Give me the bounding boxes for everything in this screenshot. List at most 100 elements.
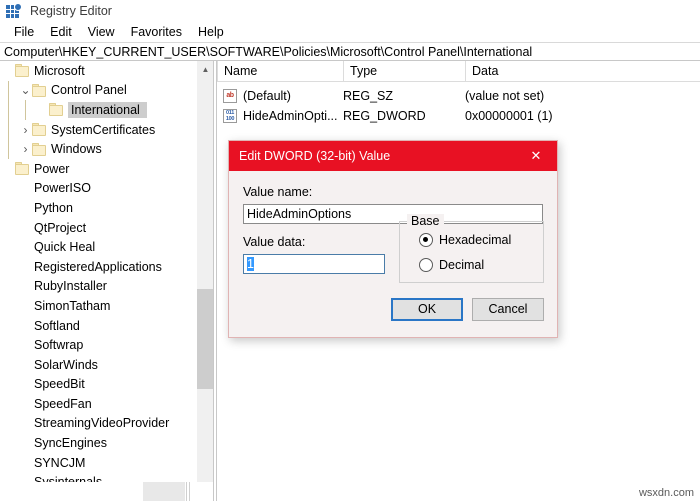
tree-scrollbar-thumb[interactable]	[197, 289, 214, 389]
tree-item[interactable]: Power	[0, 159, 196, 179]
string-value-icon: ab	[223, 89, 237, 103]
tree-item[interactable]: Microsoft	[0, 61, 196, 81]
registry-tree[interactable]: Microsoft ⌄ Control Panel International › Sys…	[0, 61, 196, 501]
tree-item-label: SolarWinds	[34, 357, 98, 372]
radio-decimal[interactable]: Decimal	[419, 258, 484, 272]
tree-item[interactable]: Quick Heal	[0, 237, 196, 257]
dword-value-icon: 011 100	[223, 109, 237, 123]
tree-item[interactable]: SolarWinds	[0, 355, 196, 375]
tree-item-label: SpeedBit	[34, 377, 85, 392]
tree-item[interactable]: SpeedBit	[0, 375, 196, 395]
tree-item-label: Control Panel	[51, 83, 127, 98]
tree-item[interactable]: SimonTatham	[0, 296, 196, 316]
dialog-body: Value name: HideAdminOptions Value data:…	[229, 171, 557, 337]
table-row[interactable]: ab (Default) REG_SZ (value not set)	[217, 86, 700, 106]
radio-hexadecimal-label: Hexadecimal	[439, 233, 512, 247]
tree-item-label: Python	[34, 200, 73, 215]
tree-item[interactable]: SyncEngines	[0, 433, 196, 453]
tree-item-label: QtProject	[34, 220, 87, 235]
tree-item-label: RegisteredApplications	[34, 259, 162, 274]
tree-item[interactable]: StreamingVideoProvider	[0, 414, 196, 434]
tree-item-label: SpeedFan	[34, 396, 92, 411]
list-horizontal-scrollbar[interactable]	[217, 482, 700, 501]
tree-item-label: Windows	[51, 142, 102, 157]
value-type-cell: REG_DWORD	[343, 109, 426, 123]
value-data-cell: 0x00000001 (1)	[465, 109, 553, 123]
radio-hexadecimal[interactable]: Hexadecimal	[419, 233, 511, 247]
folder-icon	[32, 123, 47, 137]
value-data-label: Value data:	[243, 235, 306, 249]
cancel-button[interactable]: Cancel	[472, 298, 544, 321]
column-header-name[interactable]: Name	[217, 61, 343, 81]
tree-item-label: PowerISO	[34, 181, 91, 196]
tree-guide-line	[8, 80, 9, 101]
tree-item[interactable]: › SystemCertificates	[0, 119, 196, 140]
tree-item[interactable]: RubyInstaller	[0, 277, 196, 297]
registry-editor-icon	[6, 2, 22, 19]
menu-item-favorites[interactable]: Favorites	[123, 23, 190, 41]
chevron-down-icon[interactable]: ⌄	[19, 84, 32, 96]
window-titlebar: Registry Editor	[0, 0, 700, 21]
value-name-text: HideAdminOpti...	[243, 109, 338, 123]
tree-guide-line	[25, 100, 26, 120]
tree-item[interactable]: SYNCJM	[0, 453, 196, 473]
menu-item-help[interactable]: Help	[190, 23, 232, 41]
value-type-cell: REG_SZ	[343, 89, 394, 103]
tree-item-label: Softland	[34, 318, 80, 333]
tree-item[interactable]: ⌄ Control Panel	[0, 80, 196, 101]
value-name-cell: 011 100 HideAdminOpti...	[223, 106, 337, 126]
column-header-data[interactable]: Data	[465, 61, 700, 81]
base-legend-label: Base	[407, 214, 444, 228]
menu-item-edit[interactable]: Edit	[42, 23, 80, 41]
value-name-cell: ab (Default)	[223, 86, 291, 106]
address-bar[interactable]: Computer\HKEY_CURRENT_USER\SOFTWARE\Poli…	[0, 42, 700, 61]
registry-path-text: Computer\HKEY_CURRENT_USER\SOFTWARE\Poli…	[4, 44, 533, 59]
close-icon[interactable]: ✕	[515, 141, 557, 171]
scroll-up-icon[interactable]: ▲	[197, 61, 214, 78]
tree-item-label: SystemCertificates	[51, 122, 156, 137]
tree-item-label: SyncEngines	[34, 436, 107, 451]
value-data-cell: (value not set)	[465, 89, 545, 103]
tree-item-label: International	[68, 101, 147, 118]
list-column-headers[interactable]: Name Type Data	[217, 61, 700, 82]
value-name-label: Value name:	[243, 185, 313, 199]
tree-item-label: RubyInstaller	[34, 279, 107, 294]
tree-item-label: Microsoft	[34, 63, 85, 78]
tree-item-label: SYNCJM	[34, 455, 86, 470]
tree-item[interactable]: Softland	[0, 316, 196, 336]
tree-item[interactable]: Python	[0, 198, 196, 218]
folder-icon	[32, 83, 47, 97]
column-header-type[interactable]: Type	[343, 61, 465, 81]
radio-hexadecimal-indicator	[419, 233, 433, 247]
tree-guide-line	[8, 100, 9, 120]
tree-item[interactable]: QtProject	[0, 218, 196, 238]
ok-button[interactable]: OK	[391, 298, 463, 321]
folder-icon	[15, 162, 30, 176]
tree-item[interactable]: PowerISO	[0, 179, 196, 199]
table-row[interactable]: 011 100 HideAdminOpti... REG_DWORD 0x0000000…	[217, 106, 700, 126]
tree-item-label: StreamingVideoProvider	[34, 416, 170, 431]
radio-decimal-label: Decimal	[439, 258, 485, 272]
radio-decimal-indicator	[419, 258, 433, 272]
menu-item-view[interactable]: View	[80, 23, 123, 41]
tree-item[interactable]: International	[0, 100, 196, 120]
value-data-input[interactable]: 1	[243, 254, 385, 274]
tree-item[interactable]: Softwrap	[0, 335, 196, 355]
tree-horizontal-scrollbar[interactable]	[0, 482, 213, 501]
tree-item-label: Power	[34, 161, 70, 176]
tree-item[interactable]: RegisteredApplications	[0, 257, 196, 277]
base-groupbox	[399, 221, 544, 283]
tree-vertical-scrollbar[interactable]: ▲	[196, 61, 214, 482]
value-name-text: (Default)	[243, 89, 291, 103]
dialog-title: Edit DWORD (32-bit) Value	[239, 149, 391, 163]
tree-item[interactable]: SpeedFan	[0, 394, 196, 414]
folder-icon	[49, 103, 64, 117]
chevron-right-icon[interactable]: ›	[19, 143, 32, 155]
tree-item[interactable]: › Windows	[0, 139, 196, 159]
folder-icon	[32, 142, 47, 156]
chevron-right-icon[interactable]: ›	[19, 124, 32, 136]
tree-guide-line	[8, 139, 9, 159]
tree-hscrollbar-thumb[interactable]	[143, 482, 185, 501]
menu-item-file[interactable]: File	[6, 23, 42, 41]
folder-icon	[15, 64, 30, 78]
